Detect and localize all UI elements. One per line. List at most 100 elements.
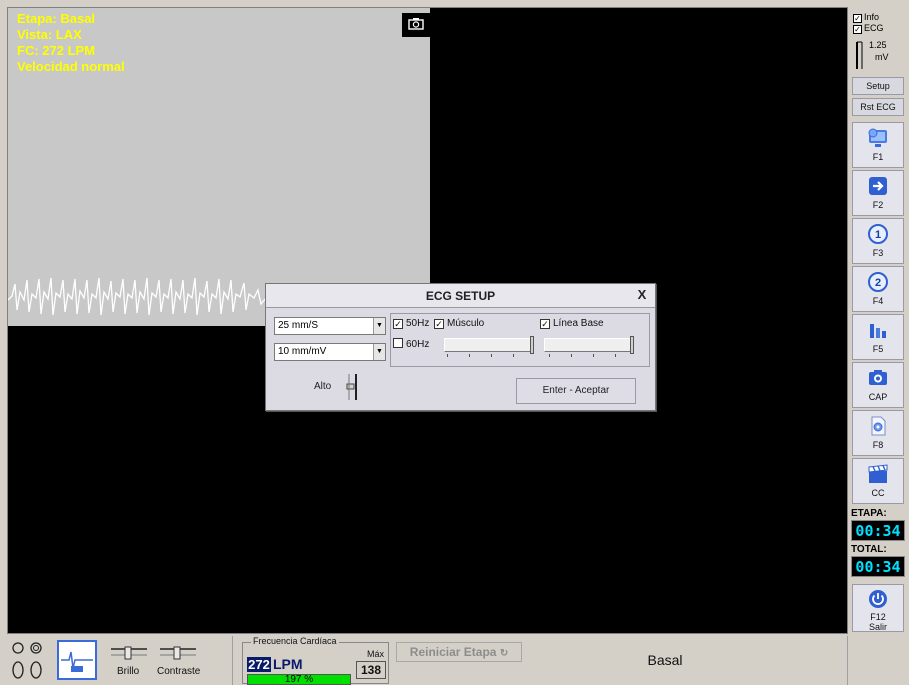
speed-select-value: 25 mm/S (278, 320, 319, 331)
power-icon (869, 590, 887, 608)
checkbox-50hz[interactable]: ✓ 50Hz (393, 318, 429, 330)
musculo-slider-thumb[interactable] (530, 336, 534, 354)
checkbox-musculo-label: Músculo (447, 318, 485, 329)
slider-tick (571, 354, 572, 357)
f8-button[interactable]: F8 (852, 410, 904, 456)
overlay-info: Etapa: Basal Vista: LAX FC: 272 LPM Velo… (17, 11, 125, 75)
camera-icon (869, 370, 887, 385)
bottom-bar: Brillo Contraste Frecuencia Cardíaca 272… (0, 636, 909, 685)
checkbox-linea-base[interactable]: ✓ Línea Base (540, 318, 604, 330)
heart-rate-panel: Frecuencia Cardíaca 272 LPM Máx 138 197 … (242, 636, 389, 685)
f4-button[interactable]: 2 F4 (852, 266, 904, 312)
contraste-label: Contraste (157, 666, 201, 677)
dialog-title: ECG SETUP (425, 289, 496, 303)
camera-icon[interactable] (402, 13, 430, 37)
musculo-slider[interactable] (444, 338, 534, 352)
max-value: 138 (356, 661, 386, 679)
chevron-down-icon[interactable]: ▼ (373, 318, 385, 334)
alto-label: Alto (314, 381, 332, 392)
heart-rate-unit: LPM (273, 656, 303, 672)
svg-text:1: 1 (875, 229, 881, 241)
slider-tick (615, 354, 616, 357)
rst-ecg-button[interactable]: Rst ECG (852, 98, 904, 116)
divider (232, 636, 233, 685)
arrow-right-icon (869, 177, 887, 195)
checkbox-linea-base-label: Línea Base (553, 318, 604, 329)
checkbox-60hz-label: 60Hz (406, 339, 430, 350)
reset-stage-label: Reiniciar Etapa (409, 645, 497, 659)
checkbox-60hz-box[interactable] (393, 338, 403, 348)
overlay-vista: Vista: LAX (17, 27, 82, 42)
ecg-checkbox[interactable]: ✓ ECG (853, 23, 884, 34)
exit-button[interactable]: F12 Salir (852, 584, 904, 632)
cc-label: CC (871, 488, 885, 498)
ecg-view-button[interactable] (57, 640, 97, 680)
setup-button[interactable]: Setup (852, 77, 904, 95)
slider-tick (513, 354, 514, 357)
brillo-slider[interactable] (110, 646, 148, 660)
chart-icon (870, 324, 886, 338)
f1-button[interactable]: F1 (852, 122, 904, 168)
close-icon[interactable]: X (634, 287, 650, 303)
alto-slider[interactable] (346, 372, 360, 402)
gain-select[interactable]: 10 mm/mV ▼ (274, 343, 386, 361)
max-label: Máx (367, 649, 385, 659)
reset-stage-button[interactable]: Reiniciar Etapa ↻ (396, 642, 522, 662)
ecg-scale-control[interactable]: 1.25 mV (853, 40, 903, 70)
cc-button[interactable]: CC (852, 458, 904, 504)
ecg-checkbox-label: ECG (864, 23, 884, 33)
speed-select[interactable]: 25 mm/S ▼ (274, 317, 386, 335)
ecg-wave-icon (61, 651, 93, 672)
contraste-slider[interactable] (159, 646, 197, 660)
clapperboard-icon (868, 464, 888, 483)
heart-rate-value: 272 (247, 657, 271, 672)
etapa-timer: 00:34 (851, 520, 905, 541)
etapa-timer-label: ETAPA: (851, 508, 887, 519)
svg-text:2: 2 (875, 277, 881, 289)
linea-base-slider-thumb[interactable] (630, 336, 634, 354)
overlay-velocidad: Velocidad normal (17, 59, 125, 74)
checkbox-50hz-label: 50Hz (406, 318, 430, 329)
f3-button[interactable]: 1 F3 (852, 218, 904, 264)
ecg-checkbox-box[interactable]: ✓ (853, 25, 862, 34)
info-checkbox[interactable]: ✓ Info (853, 12, 879, 23)
ultrasound-image: Etapa: Basal Vista: LAX FC: 272 LPM Velo… (8, 8, 430, 326)
right-sidebar: ✓ Info ✓ ECG 1.25 mV Setup Rst ECG F1 F2… (849, 8, 907, 633)
app-window: Etapa: Basal Vista: LAX FC: 272 LPM Velo… (0, 0, 909, 685)
brillo-label: Brillo (117, 666, 140, 677)
slider-tick (469, 354, 470, 357)
chevron-down-icon[interactable]: ▼ (373, 344, 385, 360)
checkbox-linea-base-box[interactable]: ✓ (540, 319, 550, 329)
f4-label: F4 (872, 296, 884, 306)
dialog-title-bar[interactable]: ECG SETUP X (266, 284, 655, 308)
overlay-fc: FC: 272 LPM (17, 43, 96, 58)
linea-base-slider[interactable] (544, 338, 634, 352)
f5-button[interactable]: F5 (852, 314, 904, 360)
info-checkbox-box[interactable]: ✓ (853, 14, 862, 23)
checkbox-musculo[interactable]: ✓ Músculo (434, 318, 484, 330)
probe-icons[interactable] (10, 640, 52, 682)
slider-tick (491, 354, 492, 357)
slider-tick (447, 354, 448, 357)
gain-select-value: 10 mm/mV (278, 346, 327, 357)
percent-bar: 197 % (247, 674, 351, 685)
percent-text: 197 % (284, 674, 314, 685)
info-checkbox-label: Info (864, 12, 880, 22)
accept-button[interactable]: Enter - Aceptar (516, 378, 636, 404)
f2-button[interactable]: F2 (852, 170, 904, 216)
checkbox-musculo-box[interactable]: ✓ (434, 319, 444, 329)
ecg-setup-dialog: ECG SETUP X 25 mm/S ▼ 10 mm/mV ▼ ✓ 50Hz ✓… (265, 283, 656, 411)
monitor-settings-icon (868, 128, 887, 147)
checkbox-50hz-box[interactable]: ✓ (393, 319, 403, 329)
step-two-icon: 2 (868, 272, 888, 292)
cap-button[interactable]: CAP (852, 362, 904, 408)
f3-label: F3 (872, 248, 884, 258)
scale-unit: mV (875, 52, 889, 62)
f5-label: F5 (872, 344, 884, 354)
f2-label: F2 (872, 200, 884, 210)
scale-slider-icon[interactable] (853, 40, 865, 70)
checkbox-60hz[interactable]: 60Hz (393, 338, 429, 351)
camera-glyph-icon (408, 18, 424, 30)
f8-label: F8 (872, 440, 884, 450)
step-one-icon: 1 (868, 224, 888, 244)
